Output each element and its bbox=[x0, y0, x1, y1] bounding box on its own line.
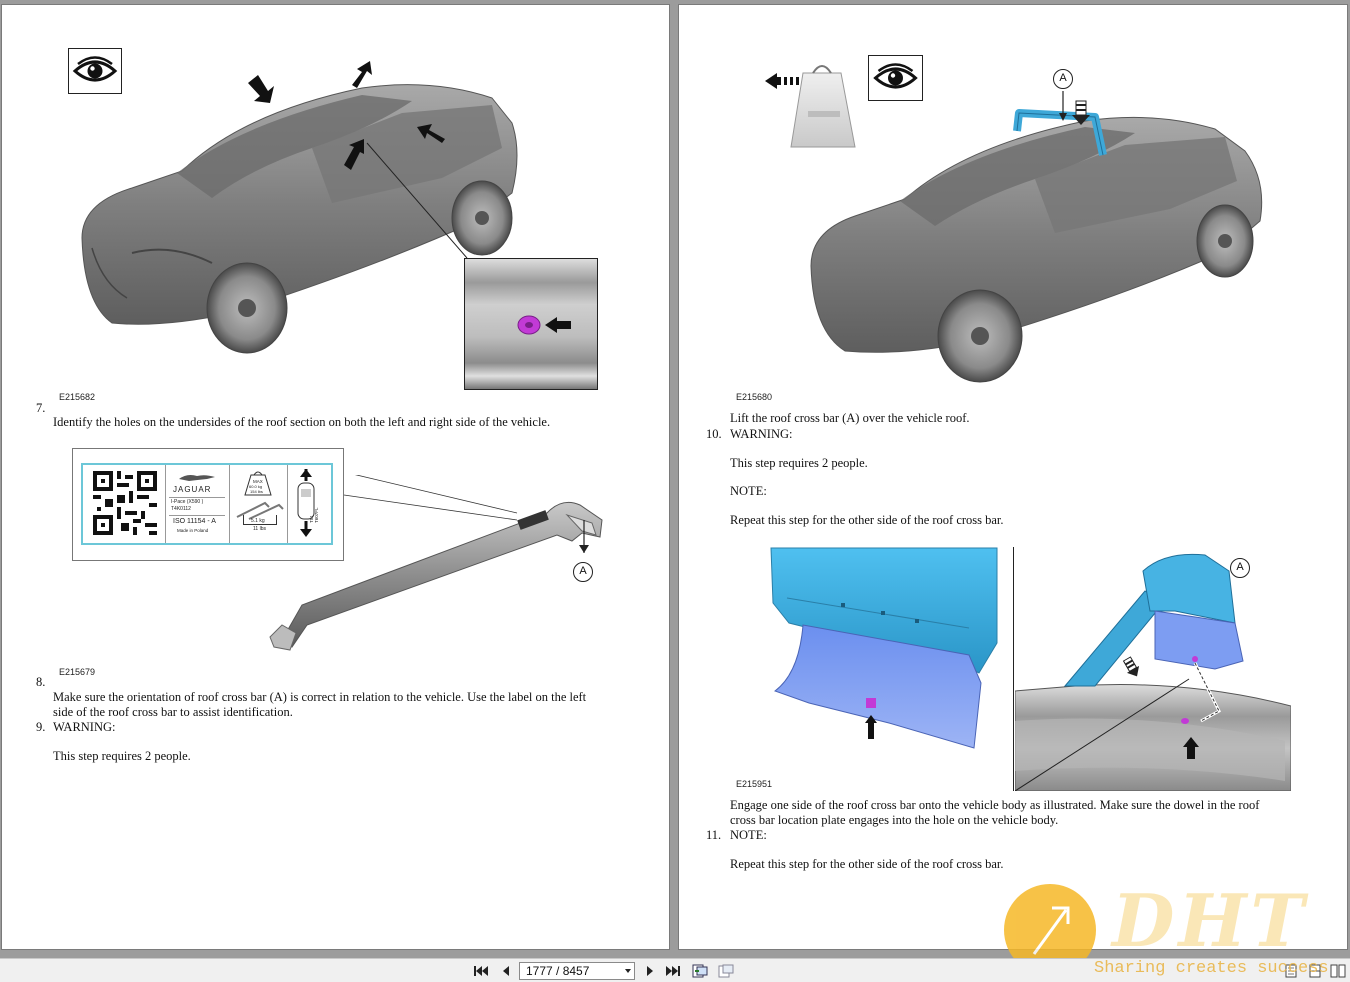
watermark-logo-text: DHT bbox=[1112, 878, 1309, 963]
fit-page-icon[interactable] bbox=[692, 963, 708, 979]
figure-id-e215951: E215951 bbox=[736, 779, 773, 789]
step-7-text: Identify the holes on the undersides of … bbox=[53, 415, 551, 429]
label-brand: JAGUAR bbox=[173, 485, 212, 494]
engage-line-1: Engage one side of the roof cross bar on… bbox=[730, 798, 1260, 812]
step-9-warning-heading: WARNING: bbox=[53, 720, 116, 734]
step-9-warning-text: This step requires 2 people. bbox=[53, 749, 191, 763]
step-9-number: 9. bbox=[36, 720, 46, 734]
step-8-line-1: Make sure the orientation of roof cross … bbox=[53, 690, 587, 704]
step-7-number: 7. bbox=[36, 401, 46, 415]
step-10-warning-text: This step requires 2 people. bbox=[730, 456, 868, 470]
page-number-select[interactable]: 1777 / 8457 bbox=[519, 962, 635, 980]
figure-divider bbox=[1013, 547, 1014, 791]
callout-a-cross-bar: A bbox=[573, 562, 593, 582]
roof-cross-bar-illustration bbox=[269, 475, 603, 651]
label-model: I-Pace (X590 ) bbox=[171, 499, 204, 505]
left-document-page: E215682 7. Identify the holes on the und… bbox=[1, 4, 670, 950]
fit-width-icon[interactable] bbox=[718, 963, 734, 979]
qr-code-icon bbox=[93, 471, 157, 535]
step-8-number: 8. bbox=[36, 675, 46, 689]
last-page-icon[interactable] bbox=[665, 963, 681, 979]
step-11-note-heading: NOTE: bbox=[730, 828, 767, 842]
engage-line-2: cross bar location plate engages into th… bbox=[730, 813, 1059, 827]
step-10-note-heading: NOTE: bbox=[730, 484, 767, 498]
callout-a-location-plate: A bbox=[1230, 558, 1250, 578]
step-11-note-text: Repeat this step for the other side of t… bbox=[730, 857, 1004, 871]
roof-hole-detail-inset bbox=[464, 258, 598, 390]
label-made-in: Made in Poland bbox=[177, 528, 209, 533]
previous-page-icon[interactable] bbox=[498, 963, 514, 979]
vehicle-body-hole-illustration bbox=[1015, 553, 1291, 791]
step-10-number: 10. bbox=[706, 427, 722, 441]
step-10-note-text: Repeat this step for the other side of t… bbox=[730, 513, 1004, 527]
vehicle-cross-bar-lift-illustration bbox=[810, 91, 1263, 383]
watermark-tagline: Sharing creates success bbox=[1094, 959, 1329, 978]
figure-id-e215680: E215680 bbox=[736, 392, 773, 402]
figure-id-e215679: E215679 bbox=[59, 667, 96, 677]
jaguar-leaper-icon bbox=[179, 475, 215, 481]
right-document-page: A E215680 Lift the roof cross bar (A) ov… bbox=[678, 4, 1348, 950]
step-10-warning-heading: WARNING: bbox=[730, 427, 793, 441]
lift-cross-bar-text: Lift the roof cross bar (A) over the veh… bbox=[730, 411, 970, 425]
first-page-icon[interactable] bbox=[473, 963, 489, 979]
label-max-lbs: 154 lbs bbox=[250, 489, 263, 494]
label-part-number: T4K0112 bbox=[171, 506, 191, 512]
step-8-line-2: side of the roof cross bar to assist ide… bbox=[53, 705, 293, 719]
step-11-number: 11. bbox=[706, 828, 722, 842]
next-page-icon[interactable] bbox=[642, 963, 658, 979]
two-page-icon[interactable] bbox=[1330, 963, 1346, 979]
callout-a-roof-bar: A bbox=[1053, 69, 1073, 89]
label-iso: ISO 11154 - A bbox=[173, 518, 216, 525]
chevron-down-icon bbox=[625, 969, 631, 973]
location-plate-dowel-illustration bbox=[770, 547, 998, 749]
figure-id-e215682: E215682 bbox=[59, 392, 96, 402]
page-indicator-text: 1777 / 8457 bbox=[526, 964, 590, 978]
